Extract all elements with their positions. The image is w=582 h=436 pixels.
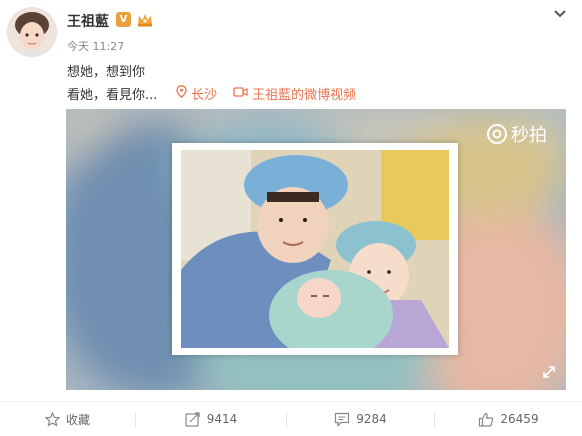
- repost-count: 9414: [206, 412, 238, 426]
- post-text-line1: 想她，想到你: [67, 65, 146, 80]
- location-pin-icon: [176, 85, 191, 102]
- location-link[interactable]: 长沙: [176, 84, 217, 103]
- post-time[interactable]: 今天 11:27: [67, 38, 124, 54]
- miaopai-label: 秒拍: [511, 125, 547, 146]
- like-count: 26459: [500, 412, 539, 426]
- video-icon: [233, 86, 252, 102]
- vip-crown-icon: [137, 12, 153, 27]
- fullscreen-icon[interactable]: [542, 364, 556, 378]
- comment-count: 9284: [356, 412, 387, 426]
- location-label: 长沙: [191, 88, 218, 103]
- comment-icon: [335, 412, 350, 427]
- favorite-button[interactable]: 收藏: [0, 402, 135, 436]
- thumbs-up-icon: [479, 412, 494, 427]
- video-link[interactable]: 王祖藍的微博视频: [233, 84, 356, 103]
- comment-button[interactable]: 9284: [287, 402, 434, 436]
- repost-button[interactable]: 9414: [136, 402, 286, 436]
- favorite-label: 收藏: [65, 412, 90, 427]
- miaopai-watermark: 秒拍: [486, 121, 547, 147]
- miaopai-logo-icon: [487, 124, 507, 144]
- star-icon: [44, 411, 60, 427]
- author-name[interactable]: 王祖藍: [67, 11, 109, 31]
- video-player[interactable]: 秒拍: [66, 109, 566, 390]
- chevron-down-icon[interactable]: [553, 6, 567, 20]
- avatar[interactable]: [7, 7, 57, 57]
- photo-frame: [172, 143, 458, 355]
- family-photo: [181, 150, 449, 348]
- video-link-label: 王祖藍的微博视频: [252, 88, 357, 103]
- post-text-line2: 看她，看見你...: [67, 88, 158, 103]
- verified-badge: V: [116, 12, 131, 27]
- repost-icon: [185, 411, 200, 427]
- like-button[interactable]: 26459: [435, 402, 582, 436]
- action-bar: 收藏 9414 9284 26459: [0, 401, 582, 436]
